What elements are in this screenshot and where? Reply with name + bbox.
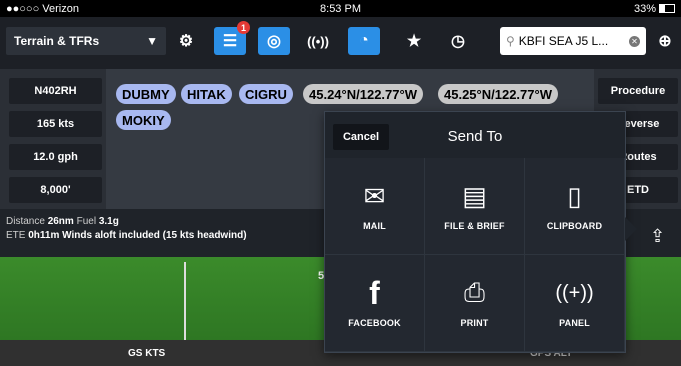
aircraft-tail-field[interactable]: N402RH — [9, 78, 102, 104]
map-layer-label: Terrain & TFRs — [14, 34, 100, 48]
gear-icon: ⚙ — [178, 33, 194, 50]
fuel-burn-field[interactable]: 12.0 gph — [9, 144, 102, 170]
mail-option[interactable]: ✉ MAIL — [325, 158, 425, 255]
globe-icon: ◎ — [267, 33, 281, 50]
search-input[interactable]: ⚲ KBFI SEA J5 L... ✕ — [500, 27, 646, 55]
option-label: FILE & BRIEF — [444, 221, 505, 231]
option-label: PRINT — [460, 318, 489, 328]
globe-button[interactable]: ◎ — [258, 27, 290, 55]
winds-aloft-text: Winds aloft included (15 kts headwind) — [62, 230, 247, 241]
waypoint-chip[interactable]: MOKIY — [116, 110, 171, 130]
settings-button[interactable]: ⚙ — [170, 27, 202, 55]
fuel-value: 3.1g — [98, 216, 119, 227]
favorites-button[interactable]: ★ — [398, 27, 430, 55]
print-option[interactable]: ⎙ PRINT — [425, 255, 525, 352]
send-to-popover: Cancel Send To ✉ MAIL ▤ FILE & BRIEF ▯ C… — [324, 111, 637, 353]
clear-icon[interactable]: ✕ — [629, 35, 640, 47]
search-icon: ⚲ — [506, 34, 515, 48]
facebook-option[interactable]: f FACEBOOK — [325, 255, 425, 352]
popover-arrow — [623, 215, 637, 243]
mail-icon: ✉ — [363, 180, 386, 211]
flight-plan-button[interactable]: ☰ 1 — [214, 21, 250, 55]
timer-icon: ◔ — [359, 32, 369, 49]
speed-field[interactable]: 165 kts — [9, 111, 102, 137]
speed-tape — [170, 262, 186, 352]
battery-icon — [659, 4, 675, 13]
timer-button[interactable]: ◔ — [348, 27, 380, 55]
printer-icon: ⎙ — [464, 277, 485, 307]
battery-percent: 33% — [633, 2, 656, 15]
ete-line: ETE 0h11m Winds aloft included (15 kts h… — [6, 230, 247, 241]
star-icon: ★ — [406, 33, 422, 50]
popover-title: Send To — [447, 128, 503, 145]
distance-fuel-line: Distance 26nm Fuel 3.1g — [6, 216, 119, 227]
groundspeed-label: GS KTS — [128, 348, 166, 359]
crosshair-icon: ⊕ — [658, 33, 672, 50]
send-to-options: ✉ MAIL ▤ FILE & BRIEF ▯ CLIPBOARD f FACE… — [325, 158, 625, 352]
coordinate-chip[interactable]: 45.25°N/122.77°W — [438, 84, 558, 104]
center-map-button[interactable]: ⊕ — [652, 27, 678, 55]
option-label: FACEBOOK — [348, 318, 401, 328]
broadcast-button[interactable]: ((•)) — [302, 27, 334, 55]
altitude-field[interactable]: 8,000' — [9, 177, 102, 203]
clock-button[interactable]: ◷ — [442, 27, 474, 55]
map-layer-selector[interactable]: Terrain & TFRs ▼ — [6, 27, 166, 55]
panel-option[interactable]: ((+)) PANEL — [525, 255, 625, 352]
clock-time: 8:53 PM — [320, 2, 361, 15]
waypoint-chip[interactable]: CIGRU — [239, 84, 293, 104]
procedure-button[interactable]: Procedure — [598, 78, 678, 104]
notification-badge: 1 — [237, 21, 250, 34]
fuel-label: Fuel — [76, 216, 97, 227]
ete-value: 0h11m — [28, 230, 60, 241]
share-icon[interactable]: ⇪ — [650, 226, 665, 247]
file-brief-option[interactable]: ▤ FILE & BRIEF — [425, 158, 525, 255]
ete-label: ETE — [6, 230, 26, 241]
clipboard-icon: ▯ — [567, 180, 582, 211]
chevron-down-icon: ▼ — [146, 34, 158, 48]
clock-icon: ◷ — [451, 33, 465, 50]
battery-indicator: 33% — [634, 3, 675, 15]
waypoint-chip[interactable]: DUBMY — [116, 84, 176, 104]
option-label: MAIL — [363, 221, 386, 231]
search-text: KBFI SEA J5 L... — [518, 34, 609, 48]
file-brief-icon: ▤ — [462, 180, 487, 211]
broadcast-icon: ((•)) — [307, 33, 329, 49]
status-bar: ●●○○○ Verizon 8:53 PM 33% — [0, 0, 681, 17]
facebook-icon: f — [369, 274, 380, 311]
popover-header: Cancel Send To — [325, 112, 625, 158]
distance-value: 26nm — [47, 216, 74, 227]
panel-icon: ((+)) — [555, 281, 594, 304]
distance-label: Distance — [6, 216, 45, 227]
option-label: PANEL — [559, 318, 590, 328]
list-icon: ☰ — [222, 33, 238, 50]
option-label: CLIPBOARD — [546, 221, 603, 231]
coordinate-chip[interactable]: 45.24°N/122.77°W — [303, 84, 423, 104]
waypoint-chip[interactable]: HITAK — [181, 84, 232, 104]
clipboard-option[interactable]: ▯ CLIPBOARD — [525, 158, 625, 255]
top-toolbar: Terrain & TFRs ▼ ⚙ ☰ 1 ◎ ((•)) ◔ ★ ◷ ⚲ K… — [0, 17, 681, 69]
